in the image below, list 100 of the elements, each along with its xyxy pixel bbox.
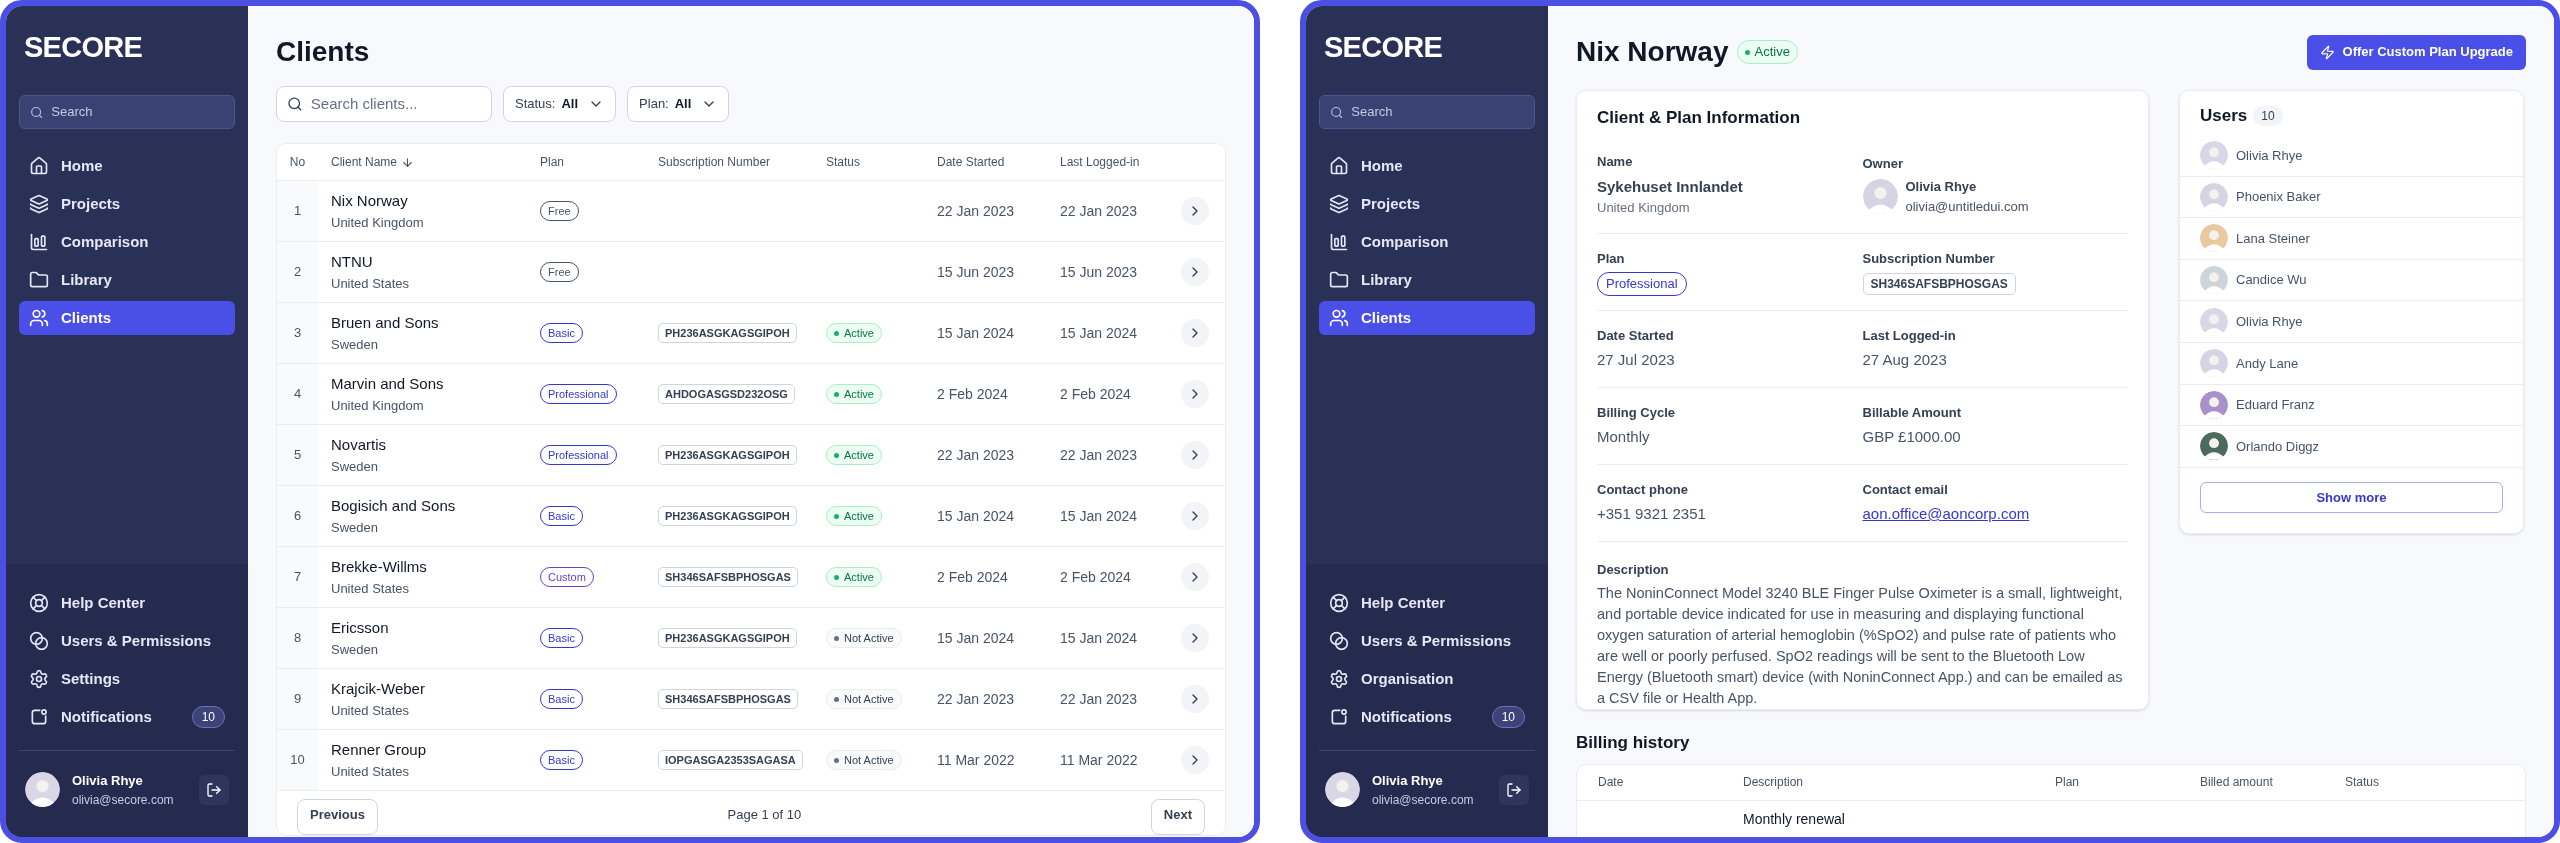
nav-item[interactable]: Settings: [19, 662, 235, 696]
row-open-button[interactable]: [1181, 380, 1209, 408]
status-badge: Active: [826, 444, 882, 466]
nav-item[interactable]: Help Center: [19, 586, 235, 620]
user-row[interactable]: Orlando Diggz: [2180, 426, 2523, 468]
plan-badge: Professional: [540, 383, 617, 405]
nav-item[interactable]: Home: [1319, 149, 1535, 183]
nav-item[interactable]: Clients: [19, 301, 235, 335]
nav-item[interactable]: Projects: [19, 187, 235, 221]
user-row[interactable]: Andy Lane: [2180, 342, 2523, 385]
row-number: 3: [293, 324, 302, 343]
search-input[interactable]: Search clients...: [310, 92, 481, 116]
user-row[interactable]: Lana Steiner: [2180, 218, 2523, 260]
avatar: [2200, 182, 2228, 211]
search-icon: [1330, 104, 1344, 120]
column-header: Plan: [2055, 774, 2081, 791]
section-title: Billing history: [1576, 732, 1691, 754]
user-row[interactable]: Candice Wu: [2180, 259, 2523, 302]
date-started: 11 Mar 2022: [937, 750, 1016, 770]
date-started: 15 Jun 2023: [937, 262, 1016, 282]
client-country: United Kingdom: [331, 396, 425, 415]
row-open-button[interactable]: [1181, 441, 1209, 469]
user-name: Olivia Rhye: [72, 772, 144, 790]
client-name: Brekke-Willms: [331, 557, 428, 577]
subscription-code: PH236ASGKAGSGIPOH: [658, 505, 797, 527]
row-open-button[interactable]: [1181, 319, 1209, 347]
client-name: Novartis: [331, 435, 387, 455]
card-title: Users: [2200, 105, 2248, 128]
user-row[interactable]: Eduard Franz: [2180, 384, 2523, 427]
date-started: 2 Feb 2024: [937, 384, 1009, 404]
search-field[interactable]: Search: [19, 95, 235, 129]
row-open-button[interactable]: [1181, 624, 1209, 652]
logout-button[interactable]: [199, 774, 229, 805]
filter-dropdown[interactable]: Status: All: [503, 86, 617, 122]
status-badge: Not Active: [826, 688, 902, 710]
last-logged-in: 22 Jan 2023: [1060, 689, 1139, 709]
filter-label: Status:: [515, 95, 556, 114]
nav-item[interactable]: Organisation: [1319, 662, 1535, 696]
search-input[interactable]: Search: [1351, 102, 1524, 122]
logout-button[interactable]: [1499, 774, 1529, 805]
previous-button[interactable]: Previous: [297, 799, 378, 835]
subscription-code: PH236ASGKAGSGIPOH: [658, 627, 797, 649]
nav-item[interactable]: Projects: [1319, 187, 1535, 221]
nav-item[interactable]: Comparison: [19, 225, 235, 259]
row-number: 6: [293, 507, 302, 526]
row-open-button[interactable]: [1181, 685, 1209, 713]
field-value: GBP £1000.00: [1862, 427, 1962, 448]
subscription-code: SH346SAFSBPHOSGAS: [1862, 272, 2016, 295]
row-number: 1: [293, 202, 302, 221]
avatar: [2200, 390, 2228, 419]
nav-item[interactable]: Library: [1319, 263, 1535, 297]
upgrade-button[interactable]: Offer Custom Plan Upgrade: [2306, 34, 2526, 70]
client-country: Sweden: [331, 335, 379, 354]
status-badge: Active: [826, 505, 882, 527]
user-row[interactable]: Phoenix Baker: [2180, 176, 2523, 219]
nav-item[interactable]: Library: [19, 263, 235, 297]
column-header[interactable]: Client Name: [331, 153, 398, 171]
client-country: United States: [331, 762, 411, 781]
search-icon: [30, 104, 44, 120]
user-row[interactable]: Olivia Rhye: [2180, 301, 2523, 343]
last-logged-in: 15 Jan 2024: [1060, 323, 1139, 343]
row-open-button[interactable]: [1181, 197, 1209, 225]
row-open-button[interactable]: [1181, 258, 1209, 286]
next-button[interactable]: Next: [1150, 799, 1205, 835]
description-text: The NoninConnect Model 3240 BLE Finger Pulse Oximeter is a small, lightweight, and portable device indicated for use in measuring and displaying functional oxygen saturation of arterial hemoglobin (%SpO2) and pulse rate of patients who are well or poorly perfused. SpO2 readings will be sent to the Bluetooth Low Energy (Bluetooth smart) device (with NoninConnect App.) and can be emailed as a CSV file or Health App.: [1597, 584, 2124, 708]
subscription-code: SH346SAFSBPHOSGAS: [658, 688, 798, 710]
logo: SECORE: [1323, 30, 1443, 64]
client-name: Nix Norway: [331, 191, 409, 211]
users-icon: [1329, 308, 1349, 328]
user-name: Olivia Rhye: [1372, 772, 1444, 790]
subscription-code: PH236ASGKAGSGIPOH: [658, 444, 797, 466]
nav-item[interactable]: Help Center: [1319, 586, 1535, 620]
filter-label: Plan:: [639, 95, 669, 114]
field-label: Contact email: [1862, 480, 1949, 499]
count-badge: 10: [191, 706, 225, 728]
column-header: Date: [1598, 774, 1625, 791]
nav-item[interactable]: Clients: [1319, 301, 1535, 335]
nav-item[interactable]: Notifications 10: [1319, 700, 1535, 734]
subscription-code: AHDOGASGSD232OSG: [658, 383, 795, 405]
show-more-button[interactable]: Show more: [2200, 481, 2503, 513]
nav-item[interactable]: Comparison: [1319, 225, 1535, 259]
avatar: [2200, 224, 2228, 253]
row-open-button[interactable]: [1181, 746, 1209, 774]
field-value: 27 Jul 2023: [1597, 350, 1676, 371]
column-header: No: [289, 154, 306, 171]
user-row[interactable]: Olivia Rhye: [2180, 135, 2523, 177]
nav-item[interactable]: Users & Permissions: [19, 624, 235, 658]
filter-dropdown[interactable]: Plan: All: [627, 86, 730, 122]
nav-item[interactable]: Users & Permissions: [1319, 624, 1535, 658]
row-number: 4: [293, 385, 302, 404]
subscription-code: PH236ASGKAGSGIPOH: [658, 322, 797, 344]
nav-item[interactable]: Notifications 10: [19, 700, 235, 734]
search-field[interactable]: Search: [1319, 95, 1535, 129]
email-link[interactable]: aon.office@aoncorp.com: [1862, 503, 2128, 526]
row-open-button[interactable]: [1181, 563, 1209, 591]
lightning-icon: [2319, 44, 2335, 60]
search-input[interactable]: Search: [51, 102, 224, 122]
logo: SECORE: [23, 30, 143, 64]
nav-item[interactable]: Home: [19, 149, 235, 183]
row-open-button[interactable]: [1181, 502, 1209, 530]
